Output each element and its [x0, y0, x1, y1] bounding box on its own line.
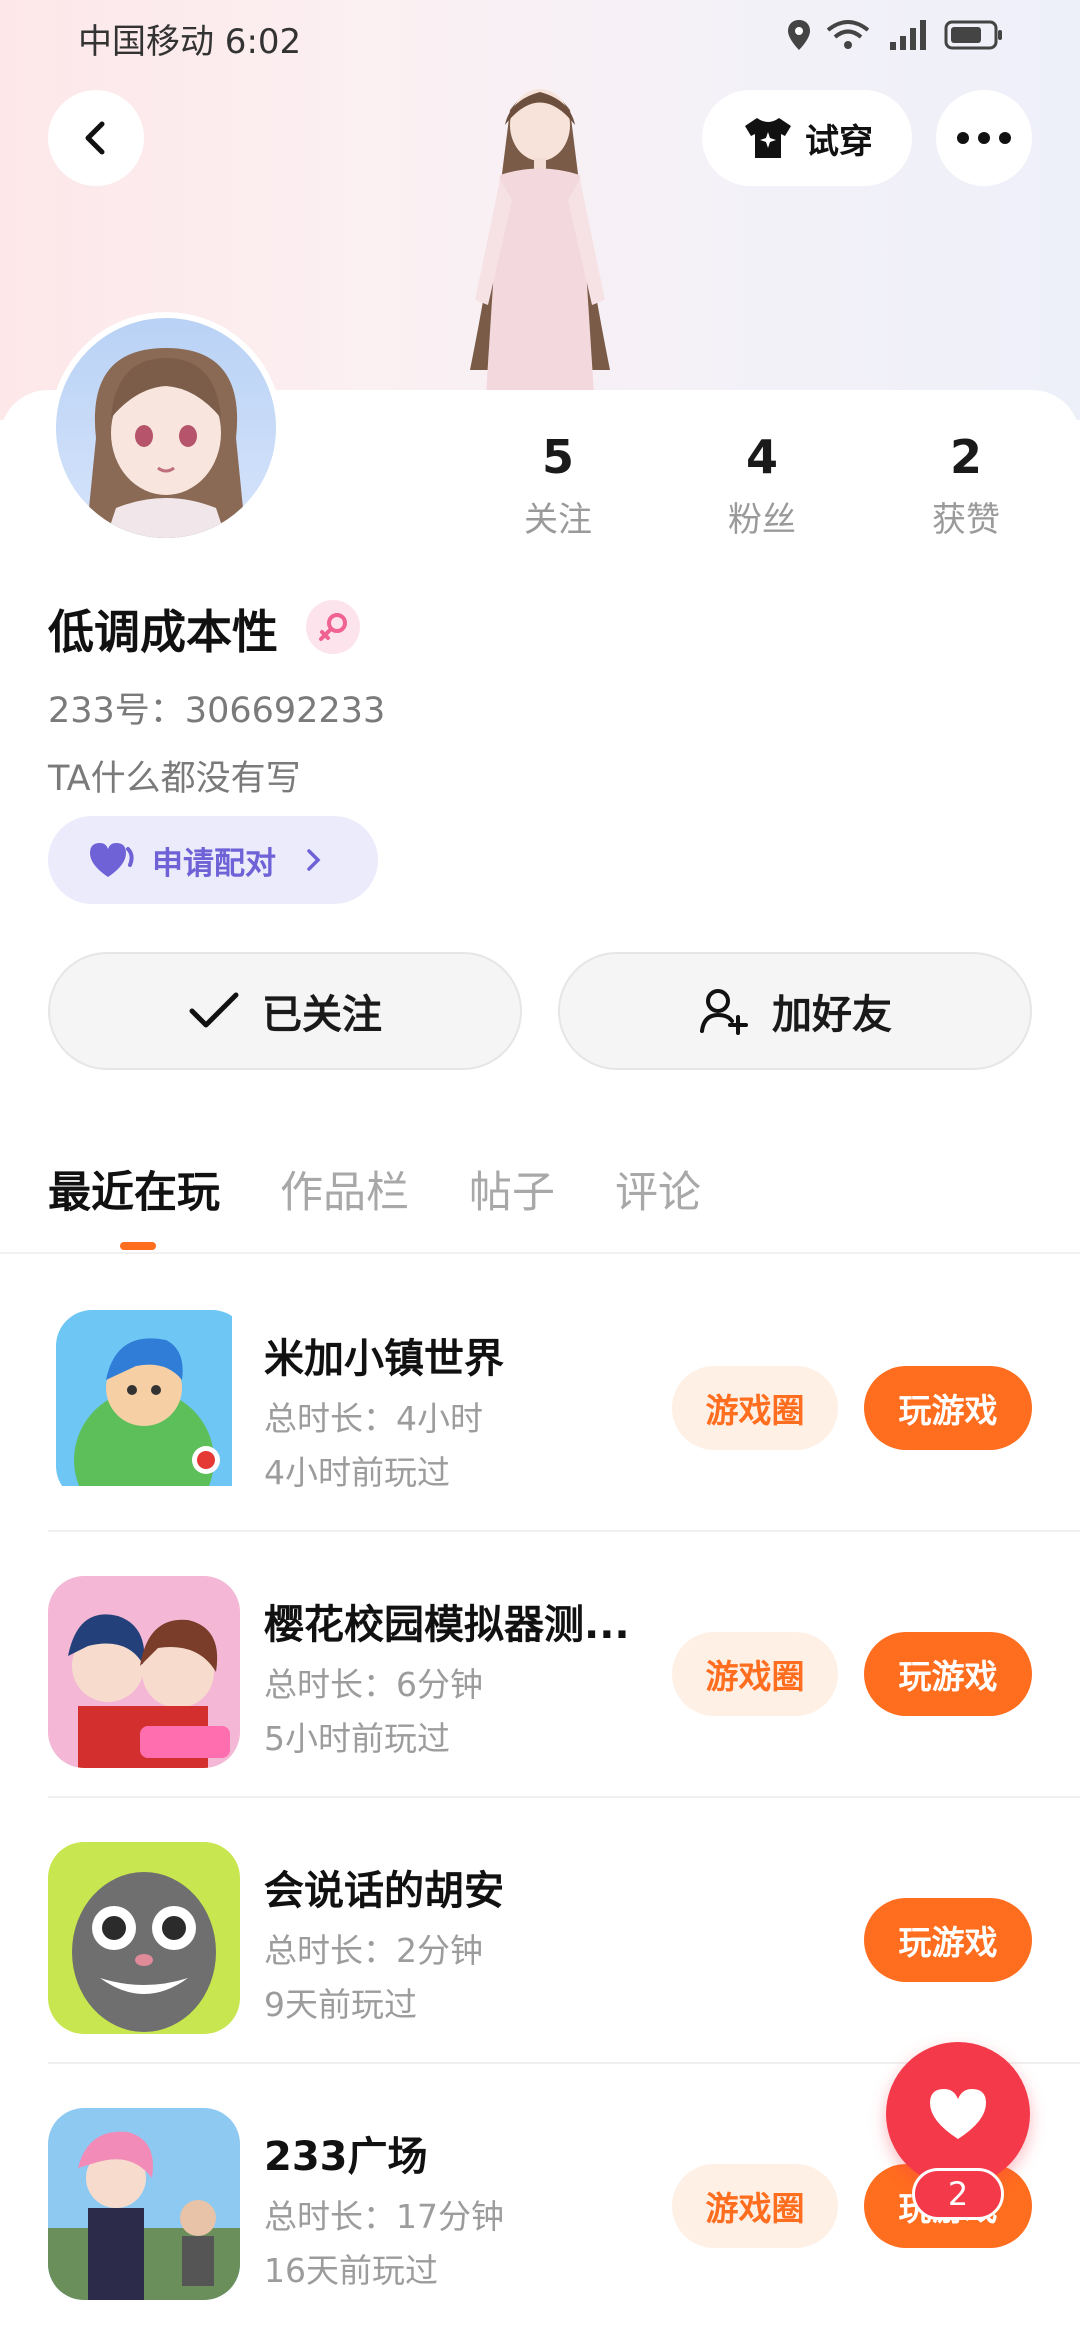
tshirt-sparkle-icon [745, 118, 791, 158]
game-last-played: 16天前玩过 [264, 2251, 438, 2290]
game-icon-talking-juan [48, 1842, 240, 2034]
tab-works[interactable]: 作品栏 [280, 1158, 409, 1220]
like-fab-button[interactable] [886, 2042, 1030, 2186]
add-friend-button[interactable]: 加好友 [558, 952, 1032, 1070]
user-id: 233号：306692233 [48, 691, 386, 731]
following-button[interactable]: 已关注 [48, 952, 522, 1070]
game-duration: 总时长：6分钟 [264, 1665, 483, 1704]
location-icon [788, 20, 810, 50]
game-title: 樱花校园模拟器测... [264, 1602, 630, 1648]
game-circle-button[interactable]: 游戏圈 [672, 1632, 838, 1716]
stat-followers-value: 4 [745, 430, 778, 484]
back-button[interactable] [48, 90, 144, 186]
play-game-button[interactable]: 玩游戏 [864, 1898, 1032, 1982]
game-circle-button[interactable]: 游戏圈 [672, 1366, 838, 1450]
tryon-button[interactable]: 试穿 [702, 90, 912, 186]
status-bar: 中国移动 6:02 [0, 0, 1080, 76]
profile-tabs: 最近在玩 作品栏 帖子 评论 [48, 1158, 701, 1220]
game-row-mega-town[interactable]: 米加小镇世界 总时长：4小时 4小时前玩过 游戏圈 玩游戏 [48, 1266, 1080, 1532]
game-last-played: 5小时前玩过 [264, 1719, 450, 1758]
tryon-label: 试穿 [805, 121, 873, 162]
female-symbol-icon [319, 613, 347, 641]
stat-following-value: 5 [541, 430, 574, 484]
game-duration: 总时长：4小时 [264, 1399, 483, 1438]
status-carrier-time: 中国移动 6:02 [78, 22, 302, 62]
avatar-character-figure [470, 89, 610, 410]
game-duration: 总时长：17分钟 [264, 2197, 504, 2236]
tabs-divider [0, 1252, 1080, 1254]
request-pair-label: 申请配对 [152, 845, 276, 882]
user-bio: TA什么都没有写 [48, 759, 301, 799]
add-friend-label: 加好友 [772, 992, 892, 1038]
avatar-portrait-illustration [86, 348, 246, 538]
game-row-sakura-school[interactable]: 樱花校园模拟器测... 总时长：6分钟 5小时前玩过 游戏圈 玩游戏 [48, 1532, 1080, 1798]
game-icon-sakura-school [48, 1576, 240, 1768]
heart-icon [930, 2089, 986, 2139]
signal-icon [890, 20, 926, 50]
game-title: 会说话的胡安 [264, 1868, 504, 1914]
more-dots-icon [957, 132, 1011, 144]
game-icon-mega-town [56, 1310, 248, 1502]
wifi-icon [826, 20, 870, 49]
following-label: 已关注 [262, 992, 382, 1038]
like-count-badge: 2 [912, 2168, 1004, 2220]
play-game-button[interactable]: 玩游戏 [864, 1366, 1032, 1450]
game-last-played: 9天前玩过 [264, 1985, 417, 2024]
stat-likes[interactable]: 2 获赞 [886, 430, 1046, 541]
active-tab-indicator [120, 1242, 156, 1250]
tab-recently-played[interactable]: 最近在玩 [48, 1158, 220, 1220]
chevron-left-icon [85, 121, 105, 155]
stat-following-label: 关注 [524, 500, 592, 540]
stat-followers[interactable]: 4 粉丝 [682, 430, 842, 541]
game-icon-233-plaza [48, 2108, 240, 2300]
battery-icon [944, 20, 1002, 50]
game-title: 米加小镇世界 [264, 1336, 504, 1382]
play-game-button[interactable]: 玩游戏 [864, 1632, 1032, 1716]
purple-heart-icon [90, 843, 134, 877]
stat-followers-label: 粉丝 [728, 500, 796, 540]
game-last-played: 4小时前玩过 [264, 1453, 450, 1492]
female-gender-badge [306, 600, 360, 654]
game-title: 233广场 [264, 2134, 428, 2180]
game-circle-button[interactable]: 游戏圈 [672, 2164, 838, 2248]
more-options-button[interactable] [936, 90, 1032, 186]
add-user-icon [700, 989, 748, 1035]
chevron-right-icon [307, 849, 321, 871]
game-row-talking-juan[interactable]: 会说话的胡安 总时长：2分钟 9天前玩过 玩游戏 [48, 1798, 1080, 2064]
stat-following[interactable]: 5 关注 [478, 430, 638, 541]
game-duration: 总时长：2分钟 [264, 1931, 483, 1970]
stat-likes-label: 获赞 [932, 500, 1000, 540]
username: 低调成本性 [48, 605, 278, 659]
tab-posts[interactable]: 帖子 [469, 1158, 555, 1220]
user-avatar[interactable] [50, 312, 282, 544]
request-pair-button[interactable]: 申请配对 [48, 816, 378, 904]
stat-likes-value: 2 [949, 430, 982, 484]
tab-comments[interactable]: 评论 [615, 1158, 701, 1220]
checkmark-icon [189, 992, 239, 1028]
